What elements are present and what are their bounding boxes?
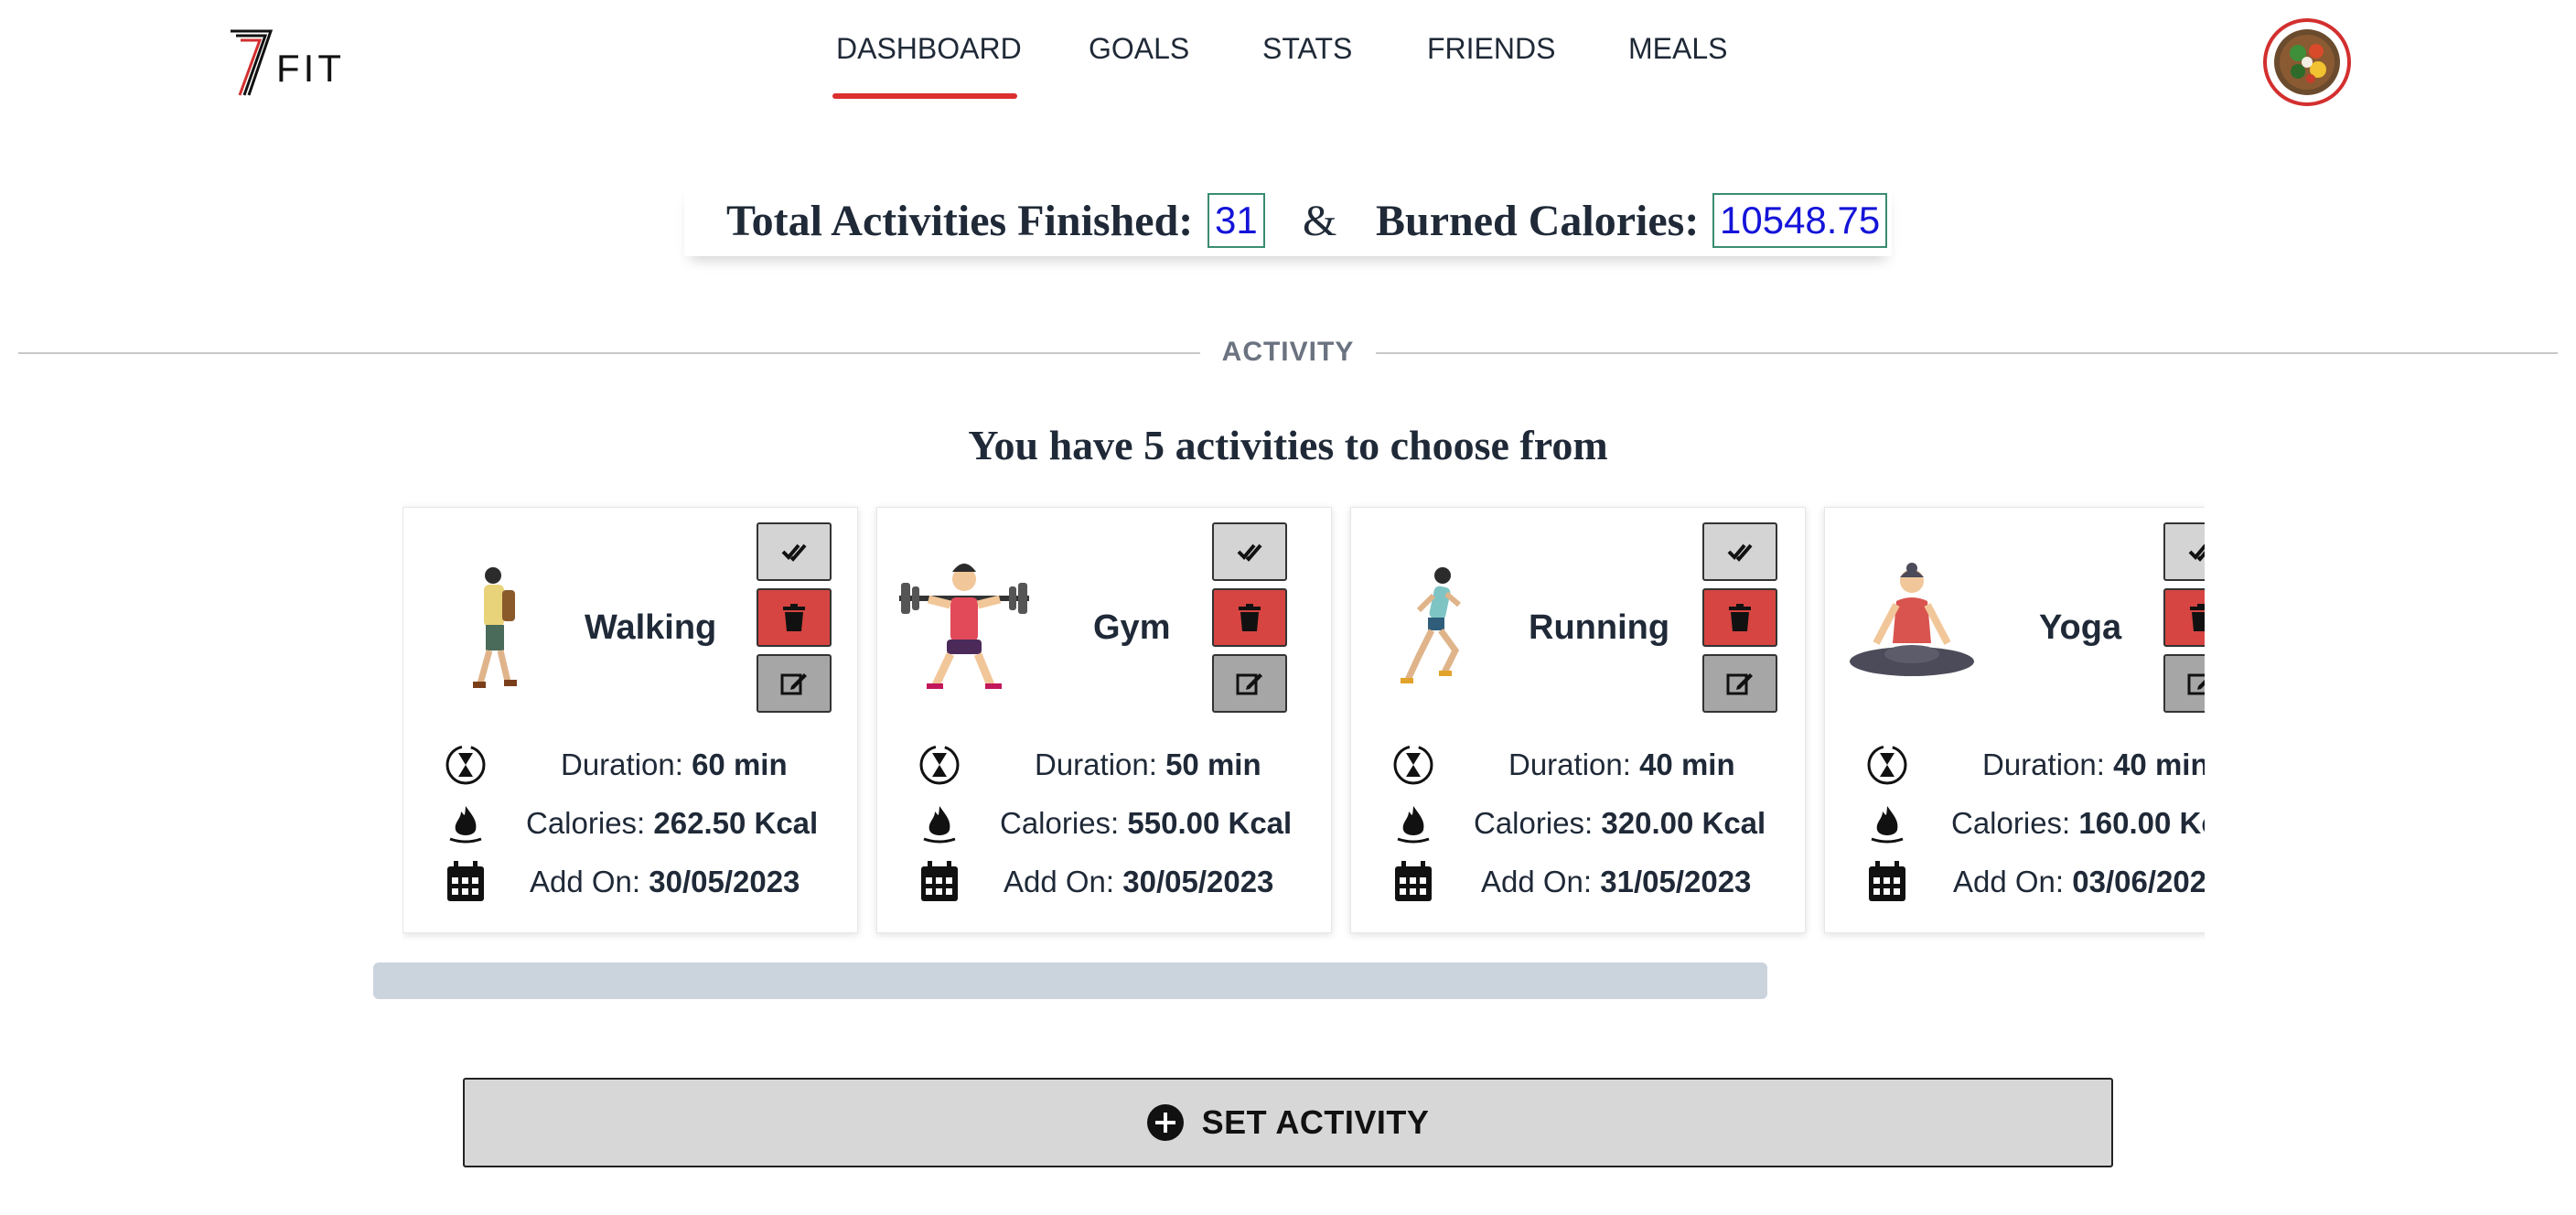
mark-done-button[interactable] bbox=[1702, 522, 1777, 581]
edit-icon bbox=[1726, 673, 1753, 695]
edit-icon bbox=[2187, 673, 2205, 695]
activities-count-heading: You have 5 activities to choose from bbox=[968, 422, 1608, 468]
nav-item-dashboard[interactable]: DASHBOARD bbox=[832, 26, 1022, 99]
mark-done-button[interactable] bbox=[1212, 522, 1287, 581]
activity-name: Walking bbox=[585, 608, 717, 647]
section-heading: ACTIVITY bbox=[1221, 337, 1355, 367]
trash-icon bbox=[2190, 604, 2205, 631]
main-nav: DASHBOARD GOALS STATS FRIENDS MEALS bbox=[832, 26, 1729, 99]
divider-line-right bbox=[1376, 352, 2558, 354]
nav-item-meals[interactable]: MEALS bbox=[1628, 26, 1729, 99]
set-activity-label: SET ACTIVITY bbox=[1201, 1103, 1430, 1141]
duration-row: Duration: 40 min bbox=[1351, 740, 1807, 790]
added-on-text: Add On: 30/05/2023 bbox=[530, 865, 800, 898]
duration-row: Duration: 50 min bbox=[877, 740, 1333, 790]
calories-text: Calories: 320.00 Kcal bbox=[1474, 806, 1766, 840]
added-on-row: Add On: 30/05/2023 bbox=[877, 857, 1333, 907]
edit-icon bbox=[1236, 673, 1262, 695]
edit-icon bbox=[780, 673, 807, 695]
walking-person-icon bbox=[473, 567, 517, 688]
divider-line-left bbox=[18, 352, 1200, 354]
calories-text: Calories: 550.00 Kcal bbox=[1000, 806, 1293, 840]
double-check-icon bbox=[781, 543, 807, 562]
mark-done-button[interactable] bbox=[2163, 522, 2205, 581]
edit-button[interactable] bbox=[1212, 654, 1287, 713]
mark-done-button[interactable] bbox=[757, 522, 832, 581]
edit-button[interactable] bbox=[2163, 654, 2205, 713]
edit-button[interactable] bbox=[757, 654, 832, 713]
activity-name: Running bbox=[1529, 608, 1670, 647]
duration-text: Duration: 40 min bbox=[1508, 747, 1735, 781]
food-bowl-avatar-icon bbox=[2274, 29, 2340, 95]
calories-row: Calories: 160.00 Kcal bbox=[1825, 799, 2205, 848]
calendar-icon bbox=[447, 861, 484, 901]
added-on-text: Add On: 30/05/2023 bbox=[1004, 865, 1274, 898]
double-check-icon bbox=[1237, 543, 1262, 562]
trash-icon bbox=[1729, 604, 1751, 631]
calendar-icon bbox=[921, 861, 958, 901]
double-check-icon bbox=[1727, 543, 1753, 562]
nav-item-stats[interactable]: STATS bbox=[1262, 26, 1354, 99]
duration-text: Duration: 60 min bbox=[561, 747, 788, 781]
calories-row: Calories: 320.00 Kcal bbox=[1351, 799, 1807, 848]
added-on-text: Add On: 31/05/2023 bbox=[1481, 865, 1752, 898]
activity-card-running[interactable]: Running Duration: 40 min Calories: 320.0… bbox=[1350, 507, 1806, 933]
added-on-row: Add On: 31/05/2023 bbox=[1351, 857, 1807, 907]
calories-text: Calories: 262.50 Kcal bbox=[526, 806, 819, 840]
activity-section-divider: ACTIVITY bbox=[18, 339, 2558, 366]
burned-calories-value: 10548.75 bbox=[1712, 193, 1888, 248]
duration-row: Duration: 60 min bbox=[403, 740, 859, 790]
total-activities-value: 31 bbox=[1208, 193, 1265, 248]
calories-row: Calories: 262.50 Kcal bbox=[403, 799, 859, 848]
burned-calories-label: Burned Calories: bbox=[1376, 196, 1700, 245]
seven-logo-icon bbox=[231, 29, 274, 96]
app-logo[interactable]: FIT bbox=[229, 27, 357, 99]
calories-row: Calories: 550.00 Kcal bbox=[877, 799, 1333, 848]
flame-icon bbox=[449, 806, 482, 844]
delete-button[interactable] bbox=[757, 588, 832, 647]
added-on-row: Add On: 30/05/2023 bbox=[403, 857, 859, 907]
added-on-text: Add On: 03/06/2023 bbox=[1953, 865, 2205, 898]
calories-text: Calories: 160.00 Kcal bbox=[1951, 806, 2205, 840]
user-avatar[interactable] bbox=[2263, 18, 2351, 106]
trash-icon bbox=[783, 604, 805, 631]
delete-button[interactable] bbox=[1212, 588, 1287, 647]
calendar-icon bbox=[1869, 861, 1905, 901]
activity-summary-card: Total Activities Finished: 31 & Burned C… bbox=[684, 185, 1892, 256]
activity-card-yoga[interactable]: Yoga Duration: 40 min Calories: 160.00 K… bbox=[1824, 507, 2205, 933]
nav-item-goals[interactable]: GOALS bbox=[1089, 26, 1189, 99]
hourglass-icon bbox=[445, 745, 486, 785]
duration-text: Duration: 50 min bbox=[1035, 747, 1261, 781]
set-activity-button[interactable]: SET ACTIVITY bbox=[463, 1078, 2113, 1167]
plus-circle-icon bbox=[1146, 1104, 1184, 1141]
activity-card-walking[interactable]: Walking Duration: 60 min Calories: 262.5… bbox=[402, 507, 858, 933]
calendar-icon bbox=[1395, 861, 1432, 901]
activity-name: Gym bbox=[1093, 608, 1171, 647]
duration-text: Duration: 40 min bbox=[1982, 747, 2205, 781]
carousel-scrollbar[interactable] bbox=[373, 962, 1767, 999]
hourglass-icon bbox=[1393, 745, 1433, 785]
total-activities-label: Total Activities Finished: bbox=[726, 196, 1194, 245]
flame-icon bbox=[923, 806, 956, 844]
logo-text: FIT bbox=[276, 47, 345, 90]
weightlifter-icon bbox=[899, 564, 1029, 689]
flame-icon bbox=[1397, 806, 1430, 844]
yoga-person-icon bbox=[1850, 563, 1974, 676]
added-on-row: Add On: 03/06/2023 bbox=[1825, 857, 2205, 907]
summary-separator: & bbox=[1303, 196, 1337, 245]
activity-name: Yoga bbox=[2039, 608, 2122, 647]
double-check-icon bbox=[2188, 543, 2205, 562]
runner-icon bbox=[1401, 567, 1461, 683]
duration-row: Duration: 40 min bbox=[1825, 740, 2205, 790]
hourglass-icon bbox=[1867, 745, 1907, 785]
delete-button[interactable] bbox=[1702, 588, 1777, 647]
nav-item-friends[interactable]: FRIENDS bbox=[1427, 26, 1555, 99]
delete-button[interactable] bbox=[2163, 588, 2205, 647]
edit-button[interactable] bbox=[1702, 654, 1777, 713]
activity-carousel[interactable]: Walking Duration: 60 min Calories: 262.5… bbox=[402, 501, 2205, 941]
activity-card-gym[interactable]: Gym Duration: 50 min Calories: 550.00 Kc… bbox=[876, 507, 1332, 933]
flame-icon bbox=[1871, 806, 1904, 844]
hourglass-icon bbox=[919, 745, 960, 785]
trash-icon bbox=[1239, 604, 1261, 631]
